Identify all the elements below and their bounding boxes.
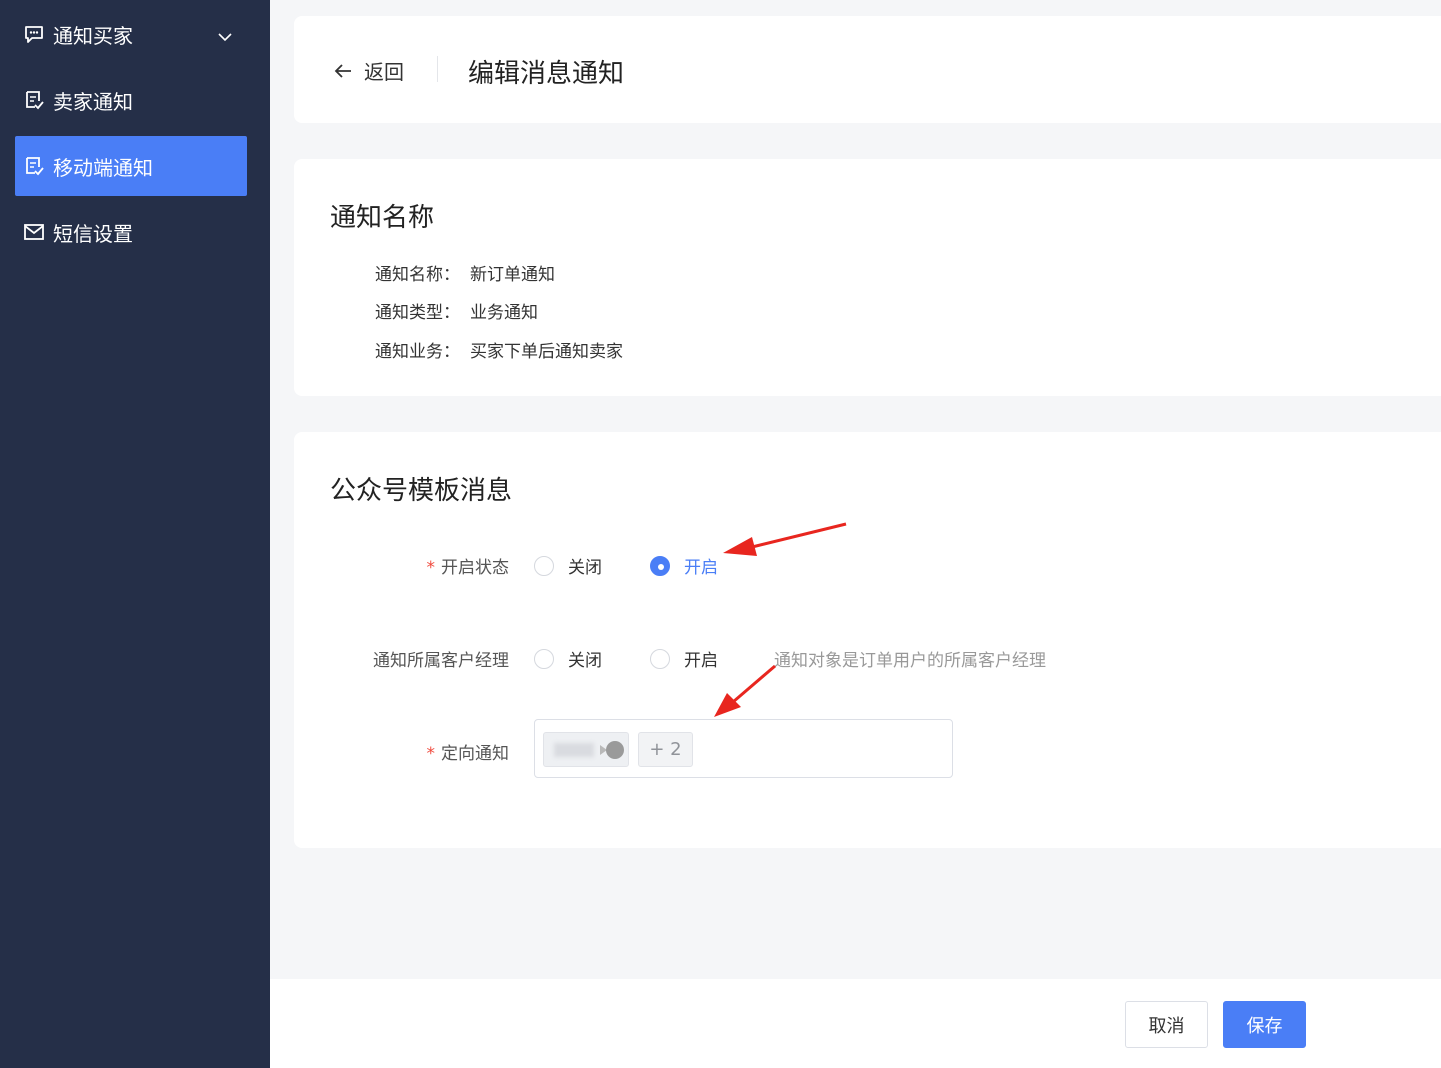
more-users-tag[interactable]: + 2 (638, 732, 693, 767)
notification-info-card: 通知名称 通知名称： 新订单通知 通知类型： 业务通知 通知业务： 买家下单后通知卖家 (294, 159, 1441, 396)
manager-radio-off[interactable]: 关闭 (534, 646, 602, 671)
chat-icon (23, 23, 45, 45)
sidebar-item-label: 移动端通知 (53, 155, 153, 180)
targeted-label: * 定向通知 (426, 744, 510, 764)
blurred-name (554, 743, 594, 757)
info-row: 通知类型： 业务通知 (375, 298, 538, 323)
mail-icon (23, 221, 45, 243)
sidebar-item-notify-buyer[interactable]: 通知买家 (15, 4, 247, 64)
page-title: 编辑消息通知 (468, 59, 625, 89)
user-tag[interactable] (543, 732, 629, 767)
status-radio-on[interactable]: 开启 (650, 553, 718, 578)
info-key: 通知类型： (375, 303, 460, 323)
radio-circle[interactable] (650, 555, 670, 576)
info-key: 通知业务： (375, 342, 460, 362)
required-mark: * (426, 744, 436, 764)
chevron-down-icon[interactable] (217, 26, 233, 42)
back-button[interactable]: 返回 (332, 56, 404, 85)
info-row: 通知业务： 买家下单后通知卖家 (375, 337, 623, 362)
back-label: 返回 (364, 60, 404, 84)
required-mark: * (426, 558, 436, 578)
manager-radio-on[interactable]: 开启 (650, 646, 718, 671)
info-key: 通知名称： (375, 265, 460, 285)
info-row: 通知名称： 新订单通知 (375, 260, 555, 285)
notice-icon (23, 89, 45, 111)
info-value: 业务通知 (470, 303, 538, 323)
sidebar-item-sms-settings[interactable]: 短信设置 (15, 202, 247, 262)
info-value: 买家下单后通知卖家 (470, 342, 623, 362)
cancel-button[interactable]: 取消 (1125, 1001, 1208, 1048)
radio-circle[interactable] (534, 648, 554, 669)
info-value: 新订单通知 (470, 265, 555, 285)
targeted-user-select[interactable]: + 2 (534, 719, 953, 778)
divider (437, 56, 438, 82)
header-card: 返回 编辑消息通知 (294, 16, 1441, 123)
sidebar-item-seller-notice[interactable]: 卖家通知 (15, 70, 247, 130)
section-title: 通知名称 (330, 203, 435, 233)
sidebar: 通知买家 卖家通知 移动端通知 短信设置 (0, 0, 270, 1068)
footer-bar: 取消 保存 (270, 979, 1441, 1068)
sidebar-item-label: 卖家通知 (53, 89, 133, 114)
template-message-card: 公众号模板消息 * 开启状态 关闭 开启 通知所属客户经理 关闭 开启 通知对象是… (294, 432, 1441, 848)
radio-circle[interactable] (534, 555, 554, 576)
arrow-left-icon (334, 63, 351, 78)
manager-label: 通知所属客户经理 (373, 651, 509, 671)
sidebar-item-mobile-notice[interactable]: 移动端通知 (15, 136, 247, 196)
notice-icon (23, 155, 45, 177)
sidebar-item-label: 短信设置 (53, 221, 133, 246)
section-title: 公众号模板消息 (330, 476, 513, 506)
status-radio-off[interactable]: 关闭 (534, 553, 602, 578)
save-button[interactable]: 保存 (1223, 1001, 1306, 1048)
status-label: * 开启状态 (426, 558, 510, 578)
avatar (606, 741, 624, 759)
sidebar-item-label: 通知买家 (53, 23, 133, 48)
manager-hint: 通知对象是订单用户的所属客户经理 (774, 651, 1046, 671)
radio-circle[interactable] (650, 648, 670, 669)
